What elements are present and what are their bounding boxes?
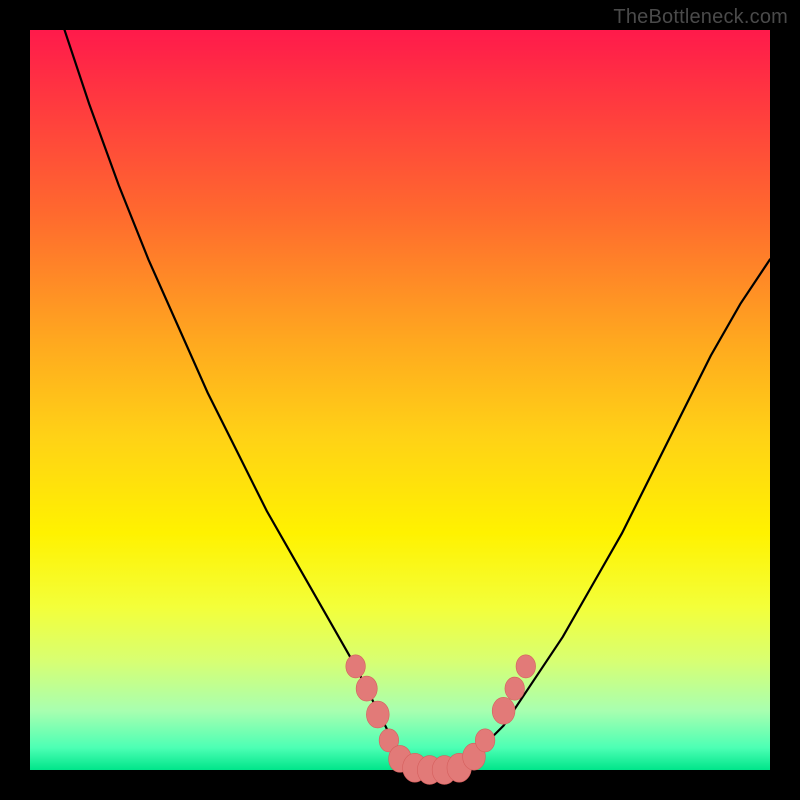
chart-frame: TheBottleneck.com bbox=[0, 0, 800, 800]
chart-svg bbox=[30, 30, 770, 770]
curve-marker bbox=[475, 729, 495, 752]
plot-area bbox=[30, 30, 770, 770]
curve-marker bbox=[346, 655, 366, 678]
curve-marker bbox=[516, 655, 536, 678]
curve-markers bbox=[346, 655, 536, 785]
curve-marker bbox=[492, 697, 515, 724]
curve-marker bbox=[366, 701, 389, 728]
curve-marker bbox=[356, 676, 377, 701]
attribution-text: TheBottleneck.com bbox=[613, 6, 788, 29]
bottleneck-curve bbox=[30, 0, 770, 770]
curve-marker bbox=[505, 677, 525, 700]
